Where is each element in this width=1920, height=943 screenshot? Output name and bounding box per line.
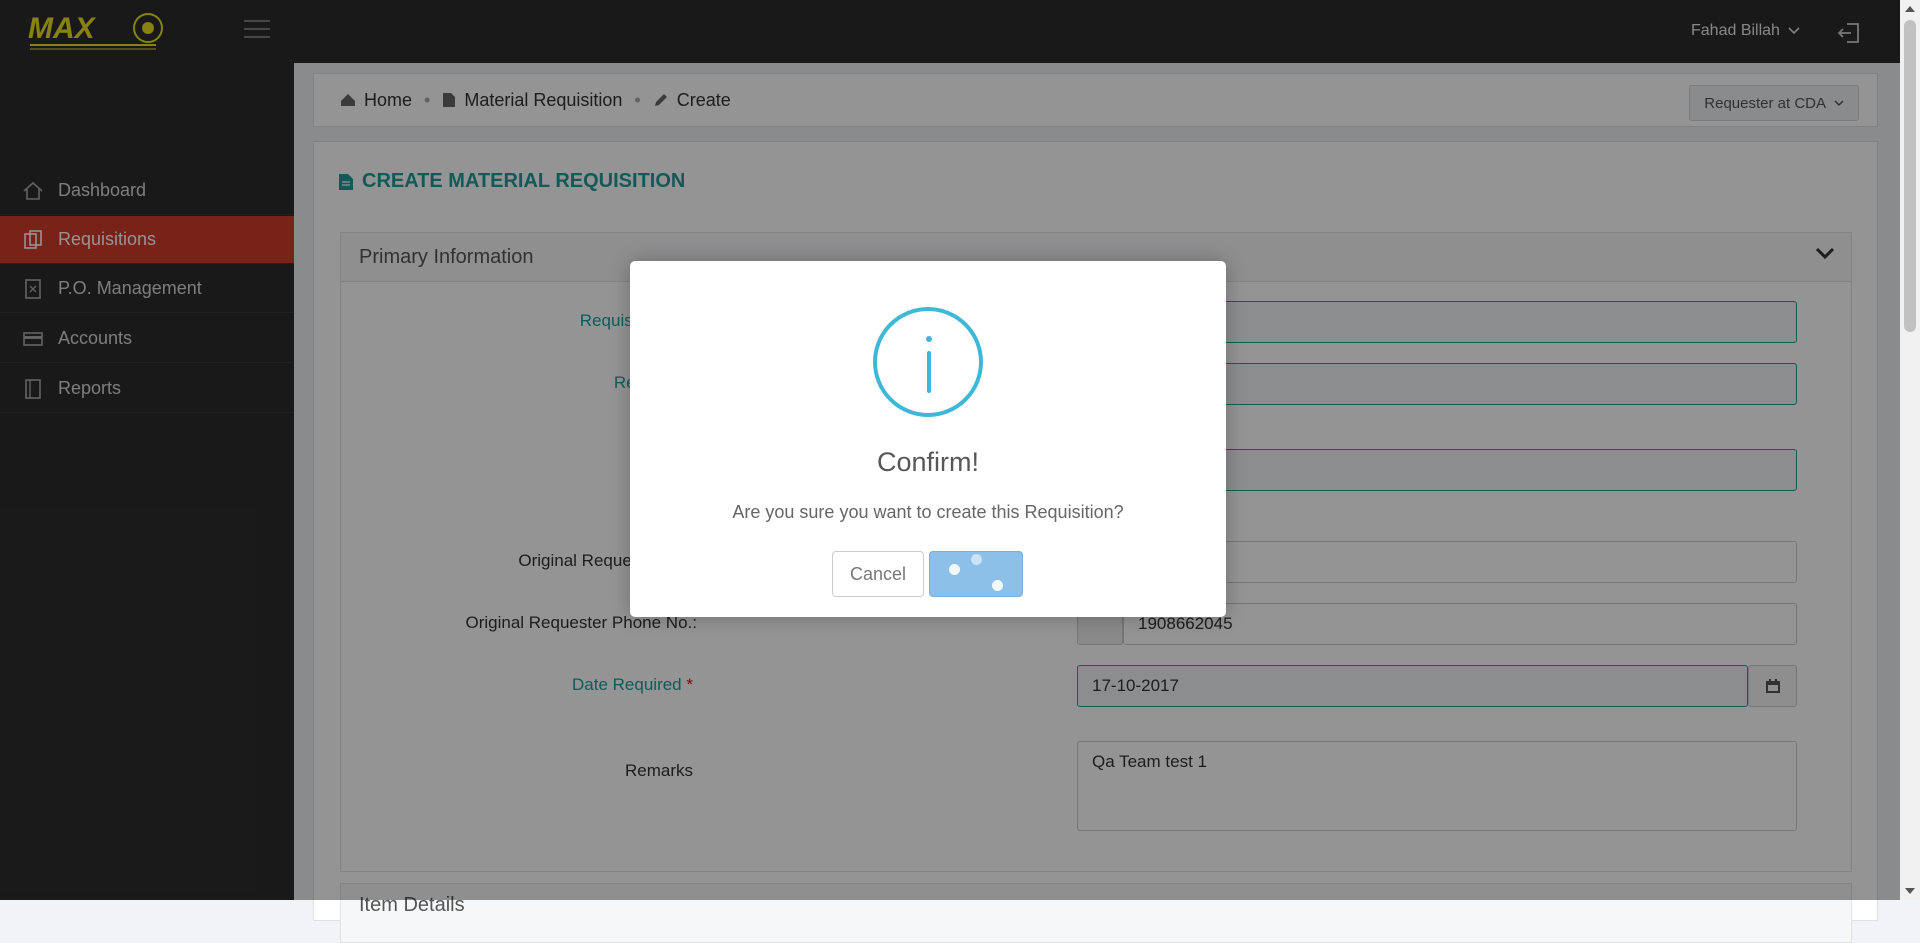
loading-dot xyxy=(949,564,960,575)
page-scrollbar[interactable] xyxy=(1900,0,1920,900)
cancel-button[interactable]: Cancel xyxy=(832,551,924,597)
confirm-button[interactable] xyxy=(929,551,1023,597)
confirm-dialog: Confirm! Are you sure you want to create… xyxy=(630,261,1226,617)
dialog-title: Confirm! xyxy=(876,447,979,477)
scroll-down-arrow-icon[interactable] xyxy=(1905,888,1915,894)
info-icon xyxy=(873,307,983,417)
dialog-message: Are you sure you want to create this Req… xyxy=(732,502,1124,522)
scroll-up-arrow-icon[interactable] xyxy=(1905,6,1915,12)
loading-dot xyxy=(992,580,1003,591)
scrollbar-thumb[interactable] xyxy=(1904,20,1916,332)
loading-dot xyxy=(971,554,982,565)
